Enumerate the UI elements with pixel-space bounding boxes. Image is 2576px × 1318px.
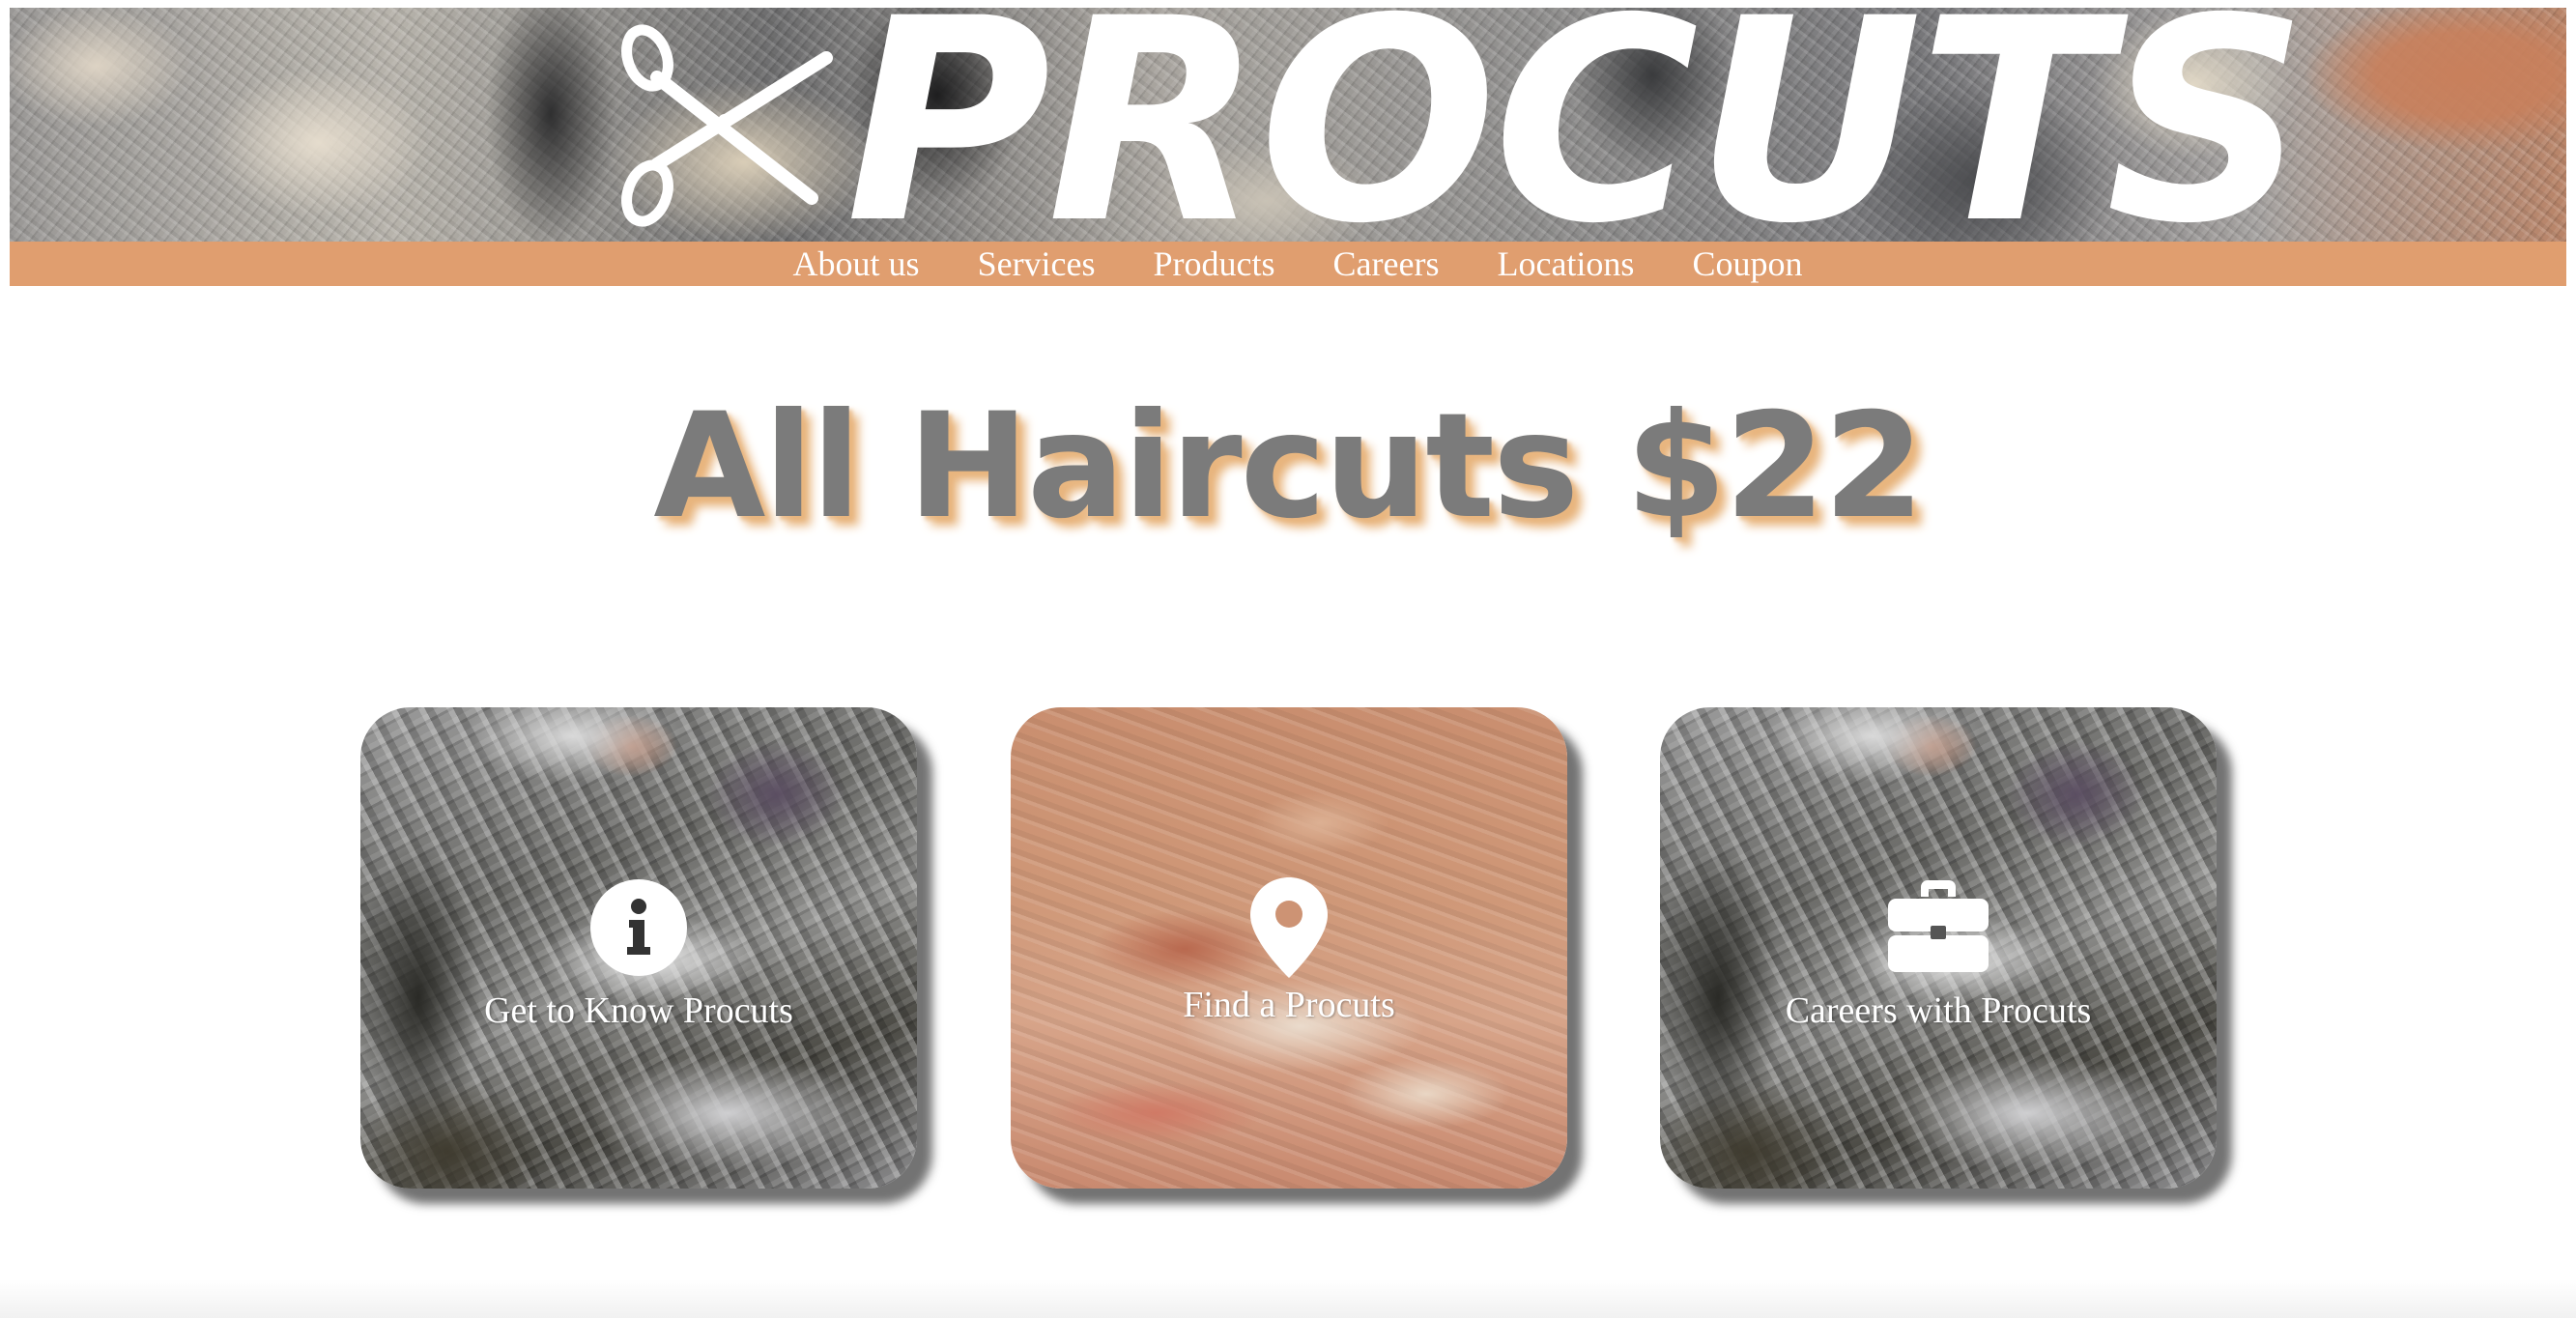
nav-items: About us Services Products Careers Locat… bbox=[10, 242, 2566, 286]
header-banner: PROCUTS bbox=[10, 8, 2566, 242]
info-icon bbox=[590, 879, 687, 976]
scissors-icon bbox=[621, 24, 833, 227]
card-label-careers: Careers with Procuts bbox=[1785, 990, 2092, 1031]
card-get-to-know[interactable]: Get to Know Procuts bbox=[360, 707, 917, 1189]
card-content: Get to Know Procuts bbox=[360, 707, 917, 1189]
main-nav: About us Services Products Careers Locat… bbox=[10, 242, 2566, 286]
page: PROCUTS About us Services Products Caree… bbox=[0, 0, 2576, 1318]
nav-coupon[interactable]: Coupon bbox=[1692, 242, 1802, 286]
nav-careers[interactable]: Careers bbox=[1333, 242, 1440, 286]
bottom-fade bbox=[0, 1279, 2576, 1318]
briefcase-icon bbox=[1888, 880, 1989, 972]
card-careers[interactable]: Careers with Procuts bbox=[1660, 707, 2217, 1189]
logo-wordmark: PROCUTS bbox=[845, 8, 2307, 242]
card-label-find-procuts: Find a Procuts bbox=[1183, 985, 1395, 1025]
map-pin-icon bbox=[1250, 877, 1328, 978]
nav-about-us[interactable]: About us bbox=[793, 242, 920, 286]
card-content: Find a Procuts bbox=[1011, 707, 1567, 1189]
card-content: Careers with Procuts bbox=[1660, 707, 2217, 1189]
nav-products[interactable]: Products bbox=[1154, 242, 1275, 286]
procuts-logo[interactable]: PROCUTS bbox=[618, 8, 2307, 242]
promo-headline: All Haircuts $22 bbox=[653, 383, 1924, 551]
nav-locations[interactable]: Locations bbox=[1497, 242, 1634, 286]
logo-wordmark-text: PROCUTS bbox=[845, 8, 2307, 242]
nav-services[interactable]: Services bbox=[978, 242, 1096, 286]
card-find-procuts[interactable]: Find a Procuts bbox=[1011, 707, 1567, 1189]
card-label-get-to-know: Get to Know Procuts bbox=[484, 990, 793, 1031]
